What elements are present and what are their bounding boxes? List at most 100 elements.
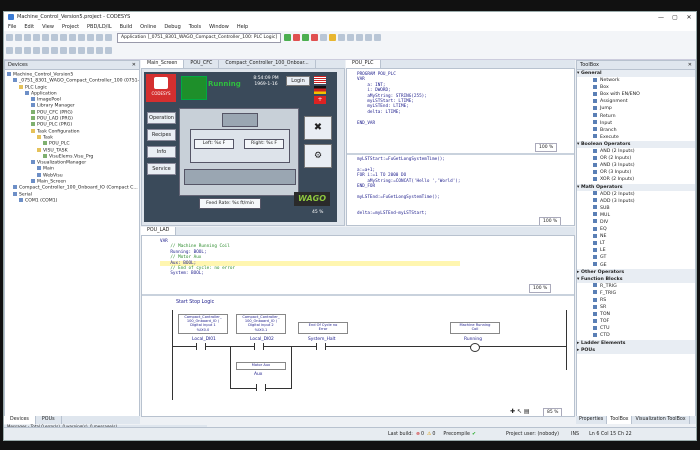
breakpoint-icon[interactable] [329,34,337,41]
insert-parallel-contact-icon[interactable] [51,47,58,54]
toolbox-item[interactable]: Branch [577,127,695,134]
ladder-zoom-select[interactable]: 85 % [543,408,563,416]
menu-tools[interactable]: Tools [185,24,205,30]
contact-1-symbol[interactable] [196,343,206,350]
build-icon[interactable] [105,34,112,41]
toolbox-item[interactable]: AND (2 Inputs) [577,148,695,155]
toolbox-item[interactable]: Execute [577,134,695,141]
toolbox-item[interactable]: GT [577,254,695,261]
operation-button[interactable]: Operation [147,112,176,124]
insert-contact-icon[interactable] [24,47,31,54]
menu-file[interactable]: File [4,24,20,30]
toolbox-item[interactable]: EQ [577,226,695,233]
insert-coil-icon[interactable] [33,47,40,54]
lad-decl-zoom-select[interactable]: 100 % [529,284,552,293]
write-values-icon[interactable] [365,34,373,41]
toolbox-item[interactable]: F_TRIG [577,290,695,297]
tab-pou-plc[interactable]: POU_PLC [346,60,381,68]
tab-properties[interactable]: Properties [576,416,608,424]
toolbox-item[interactable]: Box with EN/ENO [577,91,695,98]
insert-negated-contact-icon[interactable] [42,47,49,54]
insert-branch-icon[interactable] [96,47,103,54]
cut-icon[interactable] [60,34,67,41]
toolbox-category[interactable]: ▸ Ladder Elements [577,339,695,347]
insert-reset-coil-icon[interactable] [69,47,76,54]
flag-de-icon[interactable] [314,86,326,94]
insert-set-coil-icon[interactable] [60,47,67,54]
tab-pou-lad[interactable]: POU_LAD [141,227,177,235]
menu-view[interactable]: View [38,24,58,30]
toolbox-item[interactable]: Input [577,120,695,127]
toolbox-item[interactable]: GE [577,262,695,269]
toolbox-category[interactable]: ▾ Math Operators [577,183,695,191]
toolbox-item[interactable]: CTU [577,325,695,332]
toolbox-item[interactable]: DIV [577,219,695,226]
ladder-nav-icons[interactable]: ✚ ↖ ▤ [510,408,530,415]
toolbox-item[interactable]: Box [577,84,695,91]
copy-icon[interactable] [69,34,76,41]
toolbox-item[interactable]: LT [577,240,695,247]
save-icon[interactable] [24,34,31,41]
login-button[interactable]: Login [286,76,310,86]
menu-debug[interactable]: Debug [160,24,184,30]
new-project-icon[interactable] [6,34,13,41]
undo-icon[interactable] [42,34,49,41]
device-tree-item[interactable]: Compact_Controller_100_Onboard_IO (Compa… [7,185,138,191]
info-button[interactable]: Info [147,146,176,158]
toolbox-item[interactable]: Network [577,77,695,84]
flag-us-icon[interactable] [314,76,326,84]
recipes-button[interactable]: Recipes [147,129,176,141]
pou-lad-declaration[interactable]: VAR // Machine Running Coil Running: BOO… [160,239,460,277]
aux-contact-symbol[interactable] [256,384,266,391]
insert-box-icon[interactable] [15,47,22,54]
tab-devices[interactable]: Devices [4,416,36,424]
reset-icon[interactable] [320,34,328,41]
redo-icon[interactable] [51,34,58,41]
insert-jump-icon[interactable] [78,47,85,54]
insert-return-icon[interactable] [87,47,94,54]
force-values-icon[interactable] [374,34,382,41]
close-panel-icon[interactable]: ✕ [132,61,136,69]
menu-help[interactable]: Help [233,24,252,30]
menu-edit[interactable]: Edit [20,24,38,30]
splitter[interactable] [347,153,574,155]
toolbox-item[interactable]: OR (3 Inputs) [577,169,695,176]
toolbox-item[interactable]: RS [577,297,695,304]
toolbox-category[interactable]: ▾ General [577,70,695,78]
pou-plc-declaration[interactable]: PROGRAM POU_PLC VAR a: INT; i: DWORD; aMy… [357,72,557,126]
step-into-icon[interactable] [347,34,355,41]
toolbox-item[interactable]: LE [577,247,695,254]
active-application-select[interactable]: Application [_0751_8301_WAGO_Compact_Con… [117,32,282,43]
splitter[interactable] [142,294,574,296]
tools-button[interactable]: ✖ [304,116,332,140]
pou-plc-implementation[interactable]: myLSTStart:=FuGetLongSystemTime(); a:=a+1… [357,157,557,216]
tab-compact-controller-onboard[interactable]: Compact_Controller_100_Onboar... [219,60,316,68]
logout-icon[interactable] [293,34,301,41]
login-icon[interactable] [284,34,292,41]
impl-zoom-select[interactable]: 100 % [539,217,562,225]
delete-icon[interactable] [87,34,94,41]
coil-symbol[interactable] [470,343,480,352]
start-icon[interactable] [302,34,310,41]
menu-build[interactable]: Build [116,24,137,30]
settings-button[interactable]: ⚙ [304,144,332,168]
service-button[interactable]: Service [147,163,176,175]
menu-window[interactable]: Window [205,24,233,30]
open-project-icon[interactable] [15,34,22,41]
minimize-button[interactable]: — [654,14,668,21]
toolbox-item[interactable]: TOF [577,318,695,325]
flag-ch-icon[interactable]: + [314,96,326,104]
toolbox-item[interactable]: NE [577,233,695,240]
toolbox-item[interactable]: ADD (3 Inputs) [577,198,695,205]
toolbox-category[interactable]: ▾ Function Blocks [577,275,695,283]
toolbox-category[interactable]: ▸ Other Operators [577,268,695,276]
toolbox-category[interactable]: ▸ POUs [577,346,695,354]
decl-zoom-select[interactable]: 100 % [535,143,558,152]
insert-network-icon[interactable] [6,47,13,54]
contact-3-symbol[interactable] [316,343,326,350]
step-out-icon[interactable] [356,34,364,41]
maximize-button[interactable]: ▢ [668,14,682,21]
device-tree-item[interactable]: COM1 (COM1) [7,197,137,204]
print-icon[interactable] [33,34,40,41]
menu-online[interactable]: Online [136,24,160,30]
